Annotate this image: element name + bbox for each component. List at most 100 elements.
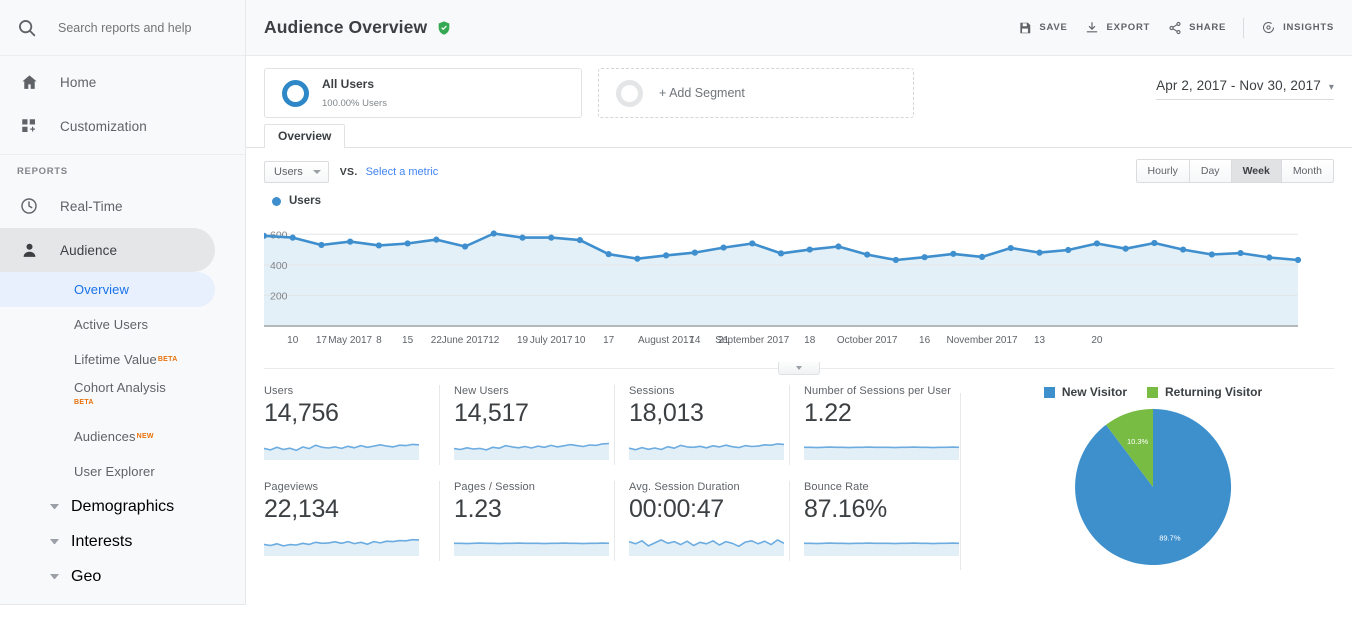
metric-card-new-users[interactable]: New Users 14,517 xyxy=(439,385,614,465)
svg-text:10: 10 xyxy=(574,335,586,346)
sidebar-search-row[interactable] xyxy=(0,0,245,56)
insights-button[interactable]: INSIGHTS xyxy=(1261,20,1334,35)
sidebar-item-active-users[interactable]: Active Users xyxy=(0,307,215,342)
sidebar-item-overview[interactable]: Overview xyxy=(0,272,215,307)
svg-text:20: 20 xyxy=(1091,335,1103,346)
sidebar-item-customization[interactable]: Customization xyxy=(0,104,215,148)
person-icon xyxy=(17,238,41,262)
chevron-down-icon: ▾ xyxy=(1328,82,1334,93)
legend-label-new-visitor: New Visitor xyxy=(1061,385,1127,399)
granularity-day[interactable]: Day xyxy=(1189,159,1232,183)
save-button[interactable]: SAVE xyxy=(1017,20,1067,35)
chart-resize-handle[interactable] xyxy=(778,362,820,375)
svg-text:13: 13 xyxy=(1034,335,1046,346)
granularity-week[interactable]: Week xyxy=(1231,159,1282,183)
metric-label: Sessions xyxy=(629,385,675,397)
search-input[interactable] xyxy=(58,20,223,35)
svg-text:89.7%: 89.7% xyxy=(1159,533,1181,542)
svg-text:10.3%: 10.3% xyxy=(1127,437,1149,446)
sparkline xyxy=(628,539,785,556)
metric-value: 1.23 xyxy=(454,495,502,523)
sidebar-primary-nav: Home Customization xyxy=(0,56,245,155)
metric-card-avg-session-duration[interactable]: Avg. Session Duration 00:00:47 xyxy=(614,481,789,561)
sparkline xyxy=(804,446,960,460)
svg-text:May 2017: May 2017 xyxy=(328,335,372,346)
sidebar-item-customization-label: Customization xyxy=(60,118,147,134)
chevron-down-icon xyxy=(50,574,59,579)
add-segment-label: + Add Segment xyxy=(659,86,745,100)
sidebar-item-realtime[interactable]: Real-Time xyxy=(0,184,215,228)
metric-card-pageviews[interactable]: Pageviews 22,134 xyxy=(263,481,439,561)
beta-badge: BETA xyxy=(157,356,178,363)
clock-icon xyxy=(17,194,41,218)
sidebar-item-cohort-analysis-label: Cohort Analysis xyxy=(74,380,166,395)
legend-swatch-new-visitor xyxy=(1043,386,1055,398)
metric-card-users[interactable]: Users 14,756 xyxy=(263,385,439,465)
svg-text:18: 18 xyxy=(804,335,816,346)
sidebar-item-user-explorer[interactable]: User Explorer xyxy=(0,454,215,489)
users-line-chart[interactable]: 20040060010 17 May 2017 8 15 22 June 2017 12 19 J… xyxy=(260,211,1326,356)
chevron-down-icon xyxy=(312,170,321,174)
metric-label: New Users xyxy=(454,385,509,397)
metric-controls: Users VS. Select a metric Hourly Day Wee… xyxy=(246,148,1352,183)
share-icon xyxy=(1167,20,1182,35)
main-content: Audience Overview SAVE EXPORT SHARE INSI… xyxy=(246,0,1352,604)
svg-text:17: 17 xyxy=(603,335,615,346)
export-button[interactable]: EXPORT xyxy=(1085,20,1151,35)
users-chart-area: Users 200 400 600 10 17 May 2017 8 15 22 June 201… xyxy=(246,183,1352,375)
chart-legend: Users xyxy=(272,195,1334,207)
tab-overview[interactable]: Overview xyxy=(264,124,346,148)
page-toolbar: SAVE EXPORT SHARE INSIGHTS xyxy=(1000,17,1334,38)
metric-value: 00:00:47 xyxy=(629,495,724,523)
date-range-picker[interactable]: Apr 2, 2017 - Nov 30, 2017 ▾ xyxy=(1156,78,1334,100)
sidebar-item-audience-label: Audience xyxy=(60,242,118,258)
pie-legend: New Visitor Returning Visitor xyxy=(1034,385,1272,399)
sidebar-item-interests[interactable]: Interests xyxy=(0,524,245,559)
segment-text: All Users 100.00% Users xyxy=(322,75,387,111)
segment-title: All Users xyxy=(322,77,375,91)
svg-text:400: 400 xyxy=(270,260,288,272)
sidebar-item-cohort-analysis[interactable]: Cohort Analysis BETA xyxy=(0,377,215,419)
sidebar: Home Customization REPORTS xyxy=(0,0,246,620)
sidebar-item-home[interactable]: Home xyxy=(0,60,215,104)
sidebar-item-audience[interactable]: Audience xyxy=(0,228,215,272)
shield-check-icon xyxy=(436,20,452,36)
save-label: SAVE xyxy=(1039,22,1068,33)
panel-divider xyxy=(960,393,961,570)
sidebar-item-demographics[interactable]: Demographics xyxy=(0,489,245,524)
sidebar-item-geo[interactable]: Geo xyxy=(0,559,245,594)
legend-dot-users xyxy=(272,196,281,206)
segment-all-users[interactable]: All Users 100.00% Users xyxy=(264,68,582,118)
svg-text:15: 15 xyxy=(402,335,414,346)
svg-text:200: 200 xyxy=(270,290,288,302)
metric-card-pages-per-session[interactable]: Pages / Session 1.23 xyxy=(439,481,614,561)
metric-label: Avg. Session Duration xyxy=(629,481,740,493)
granularity-toggle: Hourly Day Week Month xyxy=(1135,159,1334,183)
metric-value: 22,134 xyxy=(264,495,339,523)
sparkline xyxy=(804,542,960,556)
sidebar-item-demographics-label: Demographics xyxy=(71,497,175,515)
pie-legend-new-visitor[interactable]: New Visitor xyxy=(1043,385,1127,399)
svg-text:14: 14 xyxy=(689,335,701,346)
visitor-pie-chart[interactable]: 89.7% 10.3% xyxy=(1058,405,1248,570)
select-a-metric-link[interactable]: Select a metric xyxy=(366,166,439,178)
metric-card-bounce-rate[interactable]: Bounce Rate 87.16% xyxy=(789,481,964,561)
sidebar-item-geo-label: Geo xyxy=(71,567,102,585)
share-button[interactable]: SHARE xyxy=(1167,20,1226,35)
sidebar-item-audiences[interactable]: Audiences NEW xyxy=(0,419,215,454)
sidebar-item-lifetime-value[interactable]: Lifetime Value BETA xyxy=(0,342,215,377)
pie-legend-returning-visitor[interactable]: Returning Visitor xyxy=(1147,385,1262,399)
granularity-hourly[interactable]: Hourly xyxy=(1135,159,1190,183)
svg-text:June 2017: June 2017 xyxy=(442,335,489,346)
svg-text:November 2017: November 2017 xyxy=(946,335,1018,346)
granularity-month[interactable]: Month xyxy=(1281,159,1334,183)
analytics-app: Home Customization REPORTS xyxy=(0,0,1352,622)
metric-select[interactable]: Users xyxy=(264,161,329,183)
metric-card-sessions-per-user[interactable]: Number of Sessions per User 1.22 xyxy=(789,385,964,465)
sidebar-item-active-users-label: Active Users xyxy=(74,317,149,332)
insights-icon xyxy=(1261,20,1276,35)
add-segment-button[interactable]: + Add Segment xyxy=(598,68,914,118)
chevron-down-icon xyxy=(50,504,59,509)
legend-label-users: Users xyxy=(289,195,321,207)
metric-card-sessions[interactable]: Sessions 18,013 xyxy=(614,385,789,465)
